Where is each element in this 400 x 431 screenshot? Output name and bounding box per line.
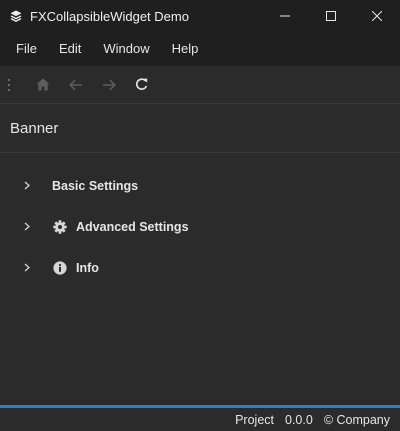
back-button[interactable] — [59, 66, 92, 103]
chevron-right-icon[interactable] — [24, 222, 34, 231]
maximize-icon — [326, 11, 336, 21]
info-icon — [52, 260, 68, 276]
close-button[interactable] — [354, 0, 400, 32]
status-version: 0.0.0 — [285, 412, 313, 427]
chevron-right-icon[interactable] — [24, 263, 34, 272]
status-bar: Project 0.0.0 © Company — [0, 405, 400, 431]
window-title: FXCollapsibleWidget Demo — [30, 8, 189, 24]
minimize-icon — [280, 15, 290, 17]
collapsible-list: Basic Settings Advanced Settings Info — [0, 165, 400, 288]
minimize-button[interactable] — [262, 0, 308, 32]
close-icon — [372, 11, 382, 21]
section-info[interactable]: Info — [0, 247, 400, 288]
app-window: FXCollapsibleWidget Demo File Edit Windo… — [0, 0, 400, 431]
refresh-icon — [135, 78, 148, 90]
menu-file[interactable]: File — [5, 32, 48, 66]
status-project: Project — [235, 412, 274, 427]
menu-bar: File Edit Window Help — [0, 32, 400, 66]
toolbar — [0, 66, 400, 104]
refresh-button[interactable] — [125, 66, 158, 103]
section-advanced-settings[interactable]: Advanced Settings — [0, 206, 400, 247]
window-controls — [262, 0, 400, 32]
stack-icon — [10, 10, 22, 22]
home-button[interactable] — [26, 66, 59, 103]
status-company: © Company — [323, 412, 390, 427]
maximize-button[interactable] — [308, 0, 354, 32]
banner: Banner — [0, 104, 400, 153]
gear-icon — [52, 219, 68, 235]
section-label: Info — [76, 260, 99, 275]
menu-edit[interactable]: Edit — [48, 32, 92, 66]
home-icon — [36, 78, 49, 91]
toolbar-grip-handle[interactable] — [8, 78, 12, 91]
title-bar[interactable]: FXCollapsibleWidget Demo — [0, 0, 400, 32]
menu-help[interactable]: Help — [161, 32, 210, 66]
section-label: Basic Settings — [52, 178, 139, 193]
menu-window[interactable]: Window — [92, 32, 160, 66]
forward-button[interactable] — [92, 66, 125, 103]
chevron-right-icon[interactable] — [24, 181, 34, 190]
arrow-right-icon — [102, 79, 116, 90]
section-basic-settings[interactable]: Basic Settings — [0, 165, 400, 206]
section-label: Advanced Settings — [76, 219, 189, 234]
banner-text: Banner — [10, 119, 59, 137]
arrow-left-icon — [68, 79, 82, 90]
